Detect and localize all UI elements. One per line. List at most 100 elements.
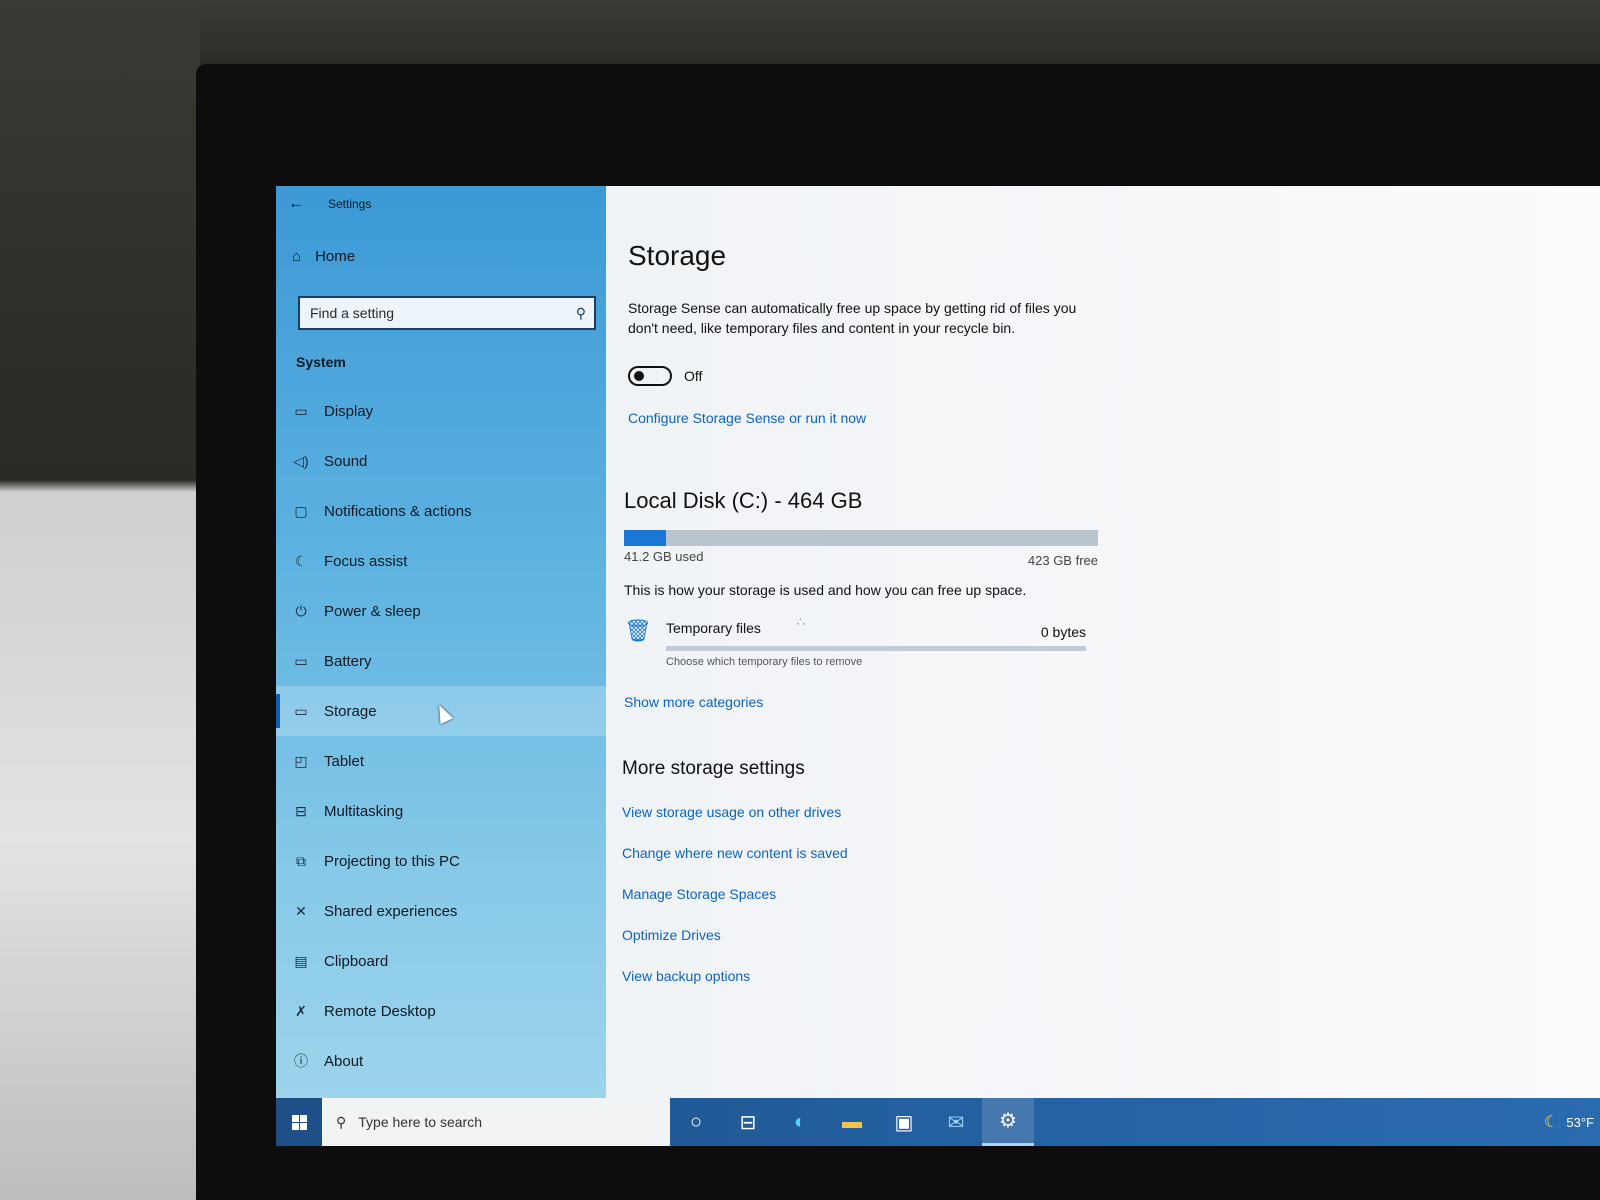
- system-nav-list: ▭ Display ◁) Sound ▢ Notifications & act…: [276, 386, 606, 1086]
- storage-usage-info: This is how your storage is used and how…: [624, 582, 1027, 598]
- sidebar-item-label: Sound: [324, 452, 368, 470]
- configure-storage-sense-link[interactable]: Configure Storage Sense or run it now: [628, 410, 866, 426]
- find-setting-input[interactable]: [310, 305, 560, 321]
- speaker-icon: ◁): [293, 452, 309, 469]
- manage-storage-spaces-link[interactable]: Manage Storage Spaces: [622, 884, 848, 925]
- sidebar-item-label: Focus assist: [324, 552, 408, 570]
- edge-button[interactable]: ◐: [774, 1098, 826, 1146]
- sidebar-item-label: Projecting to this PC: [324, 852, 460, 870]
- sidebar-item-display[interactable]: ▭ Display: [276, 386, 606, 436]
- disk-used-label: 41.2 GB used: [624, 549, 704, 564]
- power-icon: ⏻: [295, 602, 307, 619]
- storage-page: Storage Storage Sense can automatically …: [606, 186, 1600, 1098]
- change-new-content-location-link[interactable]: Change where new content is saved: [622, 843, 848, 884]
- sidebar-item-label: Notifications & actions: [324, 502, 472, 520]
- screen: ← Settings ⌂ Home ⚲ System ▭ Display ◁) …: [276, 186, 1600, 1146]
- background-room: [0, 0, 200, 1200]
- start-button[interactable]: [276, 1098, 322, 1146]
- mail-icon: ✉: [947, 1111, 965, 1134]
- view-storage-other-drives-link[interactable]: View storage usage on other drives: [622, 802, 848, 843]
- sidebar-item-label: Storage: [324, 702, 377, 720]
- disk-usage-fill: [624, 530, 667, 546]
- temporary-files-bar: [666, 646, 1086, 651]
- sidebar-item-label: Tablet: [324, 752, 365, 770]
- sidebar-item-sound[interactable]: ◁) Sound: [276, 436, 606, 486]
- drive-icon: ▭: [294, 702, 308, 719]
- sidebar-item-shared-experiences[interactable]: ✕ Shared experiences: [276, 886, 606, 936]
- settings-button[interactable]: ⚙: [982, 1098, 1034, 1146]
- sidebar-item-label: Clipboard: [324, 952, 389, 970]
- multitasking-icon: ⊟: [295, 802, 307, 819]
- temporary-files-title: Temporary files: [666, 620, 761, 636]
- search-icon: ⚲: [336, 1113, 347, 1130]
- battery-icon: ▭: [294, 652, 308, 669]
- clipboard-icon: ▤: [294, 952, 308, 969]
- sidebar-item-clipboard[interactable]: ▤ Clipboard: [276, 936, 606, 986]
- store-bag-icon: ▣: [894, 1111, 914, 1134]
- storage-sense-toggle[interactable]: [628, 366, 672, 386]
- edge-browser-icon: ◐: [793, 1110, 807, 1133]
- loading-spinner-icon: ·˙·: [796, 616, 806, 630]
- sidebar-item-notifications[interactable]: ▢ Notifications & actions: [276, 486, 606, 536]
- task-view-button[interactable]: ⊟: [722, 1098, 774, 1146]
- sidebar-item-tablet[interactable]: ◰ Tablet: [276, 736, 606, 786]
- message-icon: ▢: [294, 502, 308, 519]
- sidebar-item-power-sleep[interactable]: ⏻ Power & sleep: [276, 586, 606, 636]
- toggle-state-label: Off: [684, 368, 703, 384]
- sidebar-item-label: Battery: [324, 652, 372, 670]
- remote-desktop-icon: ✗: [295, 1002, 307, 1019]
- view-backup-options-link[interactable]: View backup options: [622, 966, 848, 1007]
- trash-icon: 🗑: [624, 618, 652, 643]
- title-bar: ← Settings: [276, 186, 606, 222]
- weather-temperature[interactable]: 53°F: [1566, 1115, 1594, 1130]
- cortana-circle-icon: ○: [689, 1110, 703, 1133]
- disk-free-label: 423 GB free: [1027, 553, 1098, 568]
- storage-sense-toggle-row: Off: [628, 366, 702, 386]
- home-nav-item[interactable]: ⌂ Home: [292, 248, 355, 265]
- back-button[interactable]: ←: [276, 186, 316, 222]
- tablet-icon: ◰: [294, 752, 308, 769]
- home-label: Home: [315, 248, 356, 265]
- cortana-button[interactable]: ○: [670, 1098, 722, 1146]
- disk-title: Local Disk (C:) - 464 GB: [624, 488, 863, 513]
- task-view-icon: ⊟: [739, 1111, 757, 1134]
- taskbar: ⚲ Type here to search ○ ⊟ ◐ ▬ ▣ ✉ ⚙ ☾ 53…: [276, 1098, 1600, 1146]
- shared-icon: ✕: [295, 902, 307, 919]
- sidebar-item-remote-desktop[interactable]: ✗ Remote Desktop: [276, 986, 606, 1036]
- more-storage-settings-title: More storage settings: [622, 758, 805, 779]
- sidebar-item-battery[interactable]: ▭ Battery: [276, 636, 606, 686]
- disk-usage-bar: [624, 530, 1098, 546]
- temporary-files-category[interactable]: 🗑 Temporary files ·˙· 0 bytes Choose whi…: [624, 616, 1094, 676]
- weather-moon-icon[interactable]: ☾: [1544, 1112, 1558, 1132]
- gear-icon: ⚙: [999, 1110, 1017, 1132]
- section-label: System: [296, 354, 346, 370]
- sidebar-item-about[interactable]: ⓘ About: [276, 1036, 606, 1086]
- sidebar-item-label: Remote Desktop: [324, 1002, 436, 1020]
- folder-icon: ▬: [842, 1110, 862, 1133]
- search-icon[interactable]: ⚲: [576, 305, 586, 322]
- show-more-categories-link[interactable]: Show more categories: [624, 694, 763, 710]
- sidebar-item-label: Shared experiences: [324, 902, 458, 920]
- back-arrow-icon: ←: [288, 195, 304, 212]
- window-title: Settings: [328, 197, 372, 211]
- file-explorer-button[interactable]: ▬: [826, 1098, 878, 1146]
- mail-button[interactable]: ✉: [930, 1098, 982, 1146]
- taskbar-search-box[interactable]: ⚲ Type here to search: [322, 1098, 670, 1146]
- windows-logo-icon: [291, 1114, 307, 1130]
- home-icon: ⌂: [292, 248, 302, 265]
- sidebar-item-focus-assist[interactable]: ☾ Focus assist: [276, 536, 606, 586]
- sidebar-item-label: Display: [324, 402, 374, 420]
- more-storage-links: View storage usage on other drives Chang…: [622, 802, 848, 1007]
- sidebar-item-projecting[interactable]: ⧉ Projecting to this PC: [276, 836, 606, 886]
- temporary-files-subtitle: Choose which temporary files to remove: [666, 656, 863, 668]
- toggle-knob: [634, 371, 644, 381]
- optimize-drives-link[interactable]: Optimize Drives: [622, 925, 848, 966]
- sidebar-item-label: Power & sleep: [324, 602, 421, 620]
- sidebar-item-multitasking[interactable]: ⊟ Multitasking: [276, 786, 606, 836]
- page-title: Storage: [628, 240, 727, 271]
- find-setting-search: ⚲: [298, 296, 596, 330]
- monitor-icon: ▭: [294, 402, 308, 419]
- moon-icon: ☾: [294, 552, 308, 569]
- store-button[interactable]: ▣: [878, 1098, 930, 1146]
- system-tray: ☾ 53°F: [1544, 1112, 1600, 1132]
